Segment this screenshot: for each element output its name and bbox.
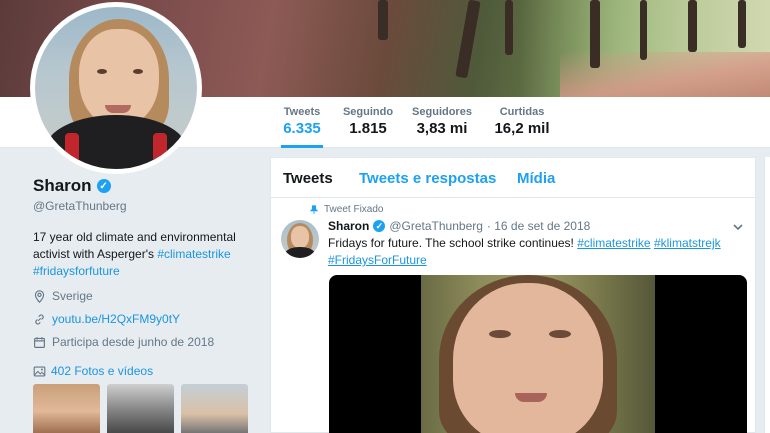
chevron-down-icon[interactable] — [731, 220, 745, 234]
bio-hashtag-climatestrike[interactable]: #climatestrike — [157, 247, 230, 261]
link-icon — [35, 313, 44, 325]
photos-videos-link[interactable]: 402 Fotos e vídeos — [33, 364, 153, 378]
stat-label: Seguidores — [412, 106, 472, 118]
profile-bio: 17 year old climate and environmental ac… — [33, 229, 243, 280]
stat-label: Curtidas — [499, 106, 545, 118]
tweet-date[interactable]: · 16 de set de 2018 — [487, 219, 590, 233]
timeline-card: Tweets Tweets e respostas Mídia Tweet Fi… — [270, 157, 756, 433]
avatar-mouth — [105, 105, 131, 113]
banner-tree — [688, 0, 697, 52]
tab-media[interactable]: Mídia — [517, 170, 555, 187]
tweet-avatar[interactable] — [281, 220, 319, 258]
timeline-tabs: Tweets Tweets e respostas Mídia — [271, 158, 755, 198]
avatar-eye — [133, 69, 143, 74]
profile-website: youtu.be/H2QxFM9y0tY — [33, 312, 180, 326]
location-pin-icon — [34, 289, 45, 303]
stat-likes[interactable]: Curtidas 16,2 mil — [492, 106, 552, 137]
stat-following[interactable]: Seguindo 1.815 — [342, 106, 394, 137]
profile-card: Sharon ✓ @GretaThunberg 17 year old clim… — [33, 176, 258, 433]
jacket-strap — [65, 133, 79, 169]
stat-tweets[interactable]: Tweets 6.335 — [281, 106, 323, 148]
tweet-avatar-jacket — [285, 247, 315, 258]
bio-hashtag-fridaysforfuture[interactable]: #fridaysforfuture — [33, 264, 120, 278]
photo-icon — [33, 365, 46, 377]
banner-tree — [505, 0, 513, 55]
tweet-text: Fridays for future. The school strike co… — [328, 235, 738, 269]
photos-videos-label: 402 Fotos e vídeos — [51, 364, 154, 378]
video-face — [453, 283, 603, 433]
tab-tweets[interactable]: Tweets — [283, 170, 333, 187]
avatar-jacket — [45, 115, 187, 169]
tab-tweets-and-replies[interactable]: Tweets e respostas — [359, 170, 496, 187]
stat-value: 16,2 mil — [494, 120, 550, 137]
media-thumbnail[interactable] — [107, 384, 174, 433]
banner-tree — [738, 0, 746, 48]
pin-icon — [309, 204, 319, 214]
profile-handle[interactable]: @GretaThunberg — [33, 199, 258, 213]
profile-avatar[interactable] — [30, 2, 202, 174]
banner-tree — [378, 0, 388, 40]
profile-name[interactable]: Sharon — [33, 176, 92, 196]
stat-followers[interactable]: Seguidores 3,83 mi — [412, 106, 472, 137]
tweet-avatar-face — [291, 226, 309, 248]
joined-text: Participa desde junho de 2018 — [52, 335, 215, 349]
video-eye — [489, 330, 511, 338]
video-mouth — [515, 393, 547, 402]
tweet-header: Sharon ✓ @GretaThunberg · 16 de set de 2… — [328, 219, 590, 233]
website-link[interactable]: youtu.be/H2QxFM9y0tY — [52, 312, 180, 326]
tweet-hashtag[interactable]: #FridaysForFuture — [328, 253, 427, 267]
right-column-edge — [764, 157, 770, 433]
pinned-tweet-label: Tweet Fixado — [309, 204, 383, 215]
tweet-hashtag[interactable]: #klimatstrejk — [654, 236, 721, 250]
stat-label: Seguindo — [342, 106, 394, 118]
media-thumbnail[interactable] — [33, 384, 100, 433]
stat-value: 6.335 — [283, 120, 321, 137]
video-eye — [549, 330, 571, 338]
media-thumbnail[interactable] — [181, 384, 248, 433]
stat-value: 3,83 mi — [416, 120, 468, 137]
tweet-author-name[interactable]: Sharon — [328, 219, 369, 233]
stat-label: Tweets — [283, 106, 321, 118]
avatar-photo — [35, 7, 197, 169]
banner-tree — [590, 0, 600, 68]
banner-tree — [640, 0, 647, 60]
banner-tree — [455, 0, 481, 79]
profile-name-row: Sharon ✓ — [33, 176, 258, 196]
jacket-strap — [153, 133, 167, 169]
tweet-author-handle[interactable]: @GretaThunberg — [389, 219, 483, 233]
calendar-icon — [34, 336, 45, 348]
tweet-video[interactable] — [329, 275, 747, 433]
profile-location: Sverige — [33, 289, 93, 303]
video-frame — [421, 275, 655, 433]
stat-value: 1.815 — [349, 120, 387, 137]
verified-badge-icon: ✓ — [373, 220, 386, 232]
profile-joined: Participa desde junho de 2018 — [33, 335, 214, 349]
pinned-text: Tweet Fixado — [324, 204, 384, 215]
tweet-body: Fridays for future. The school strike co… — [328, 236, 578, 250]
avatar-eye — [97, 69, 107, 74]
location-text: Sverige — [52, 289, 93, 303]
tweet-hashtag[interactable]: #climatestrike — [577, 236, 650, 250]
verified-badge-icon: ✓ — [96, 179, 111, 193]
